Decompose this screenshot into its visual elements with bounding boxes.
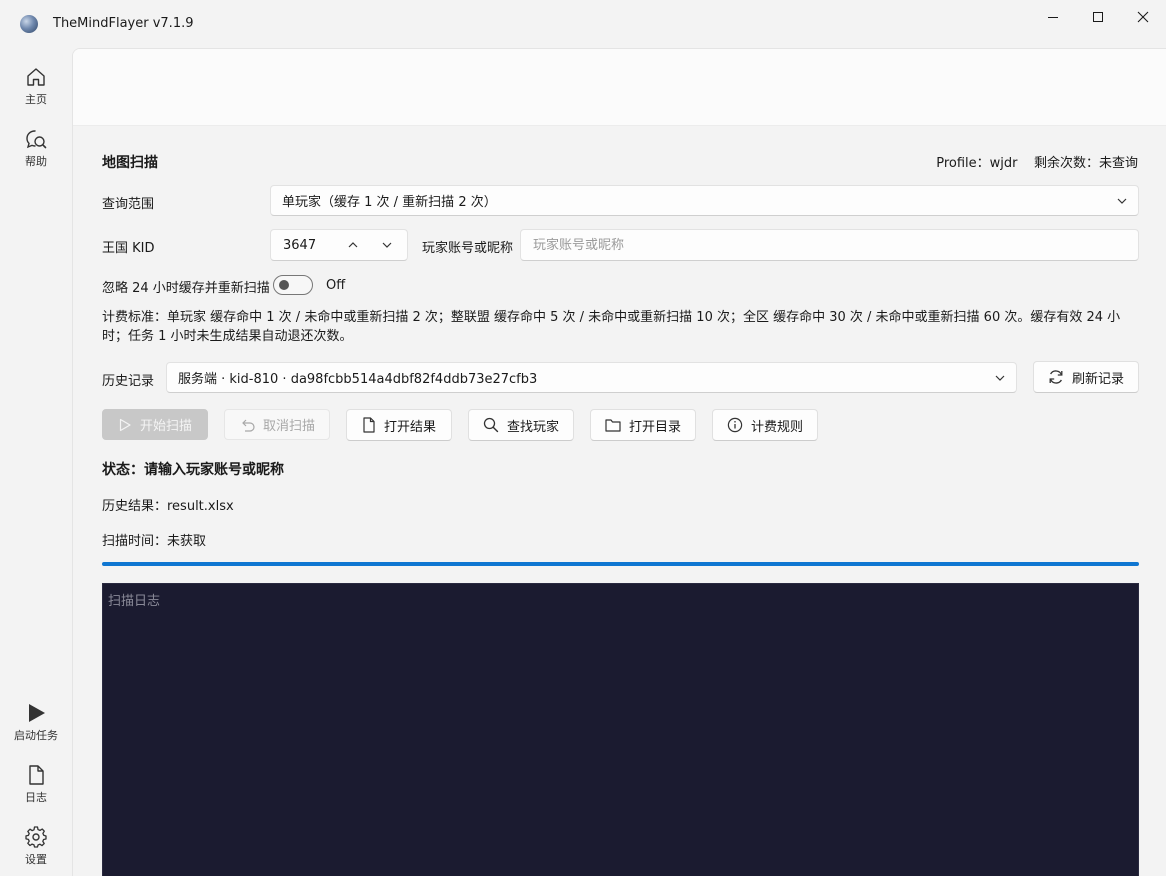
find-player-label: 查找玩家 <box>506 419 559 435</box>
toggle-knob <box>279 280 289 290</box>
search-icon <box>483 417 499 433</box>
decrement-button[interactable] <box>379 238 395 252</box>
history-value: 服务端 · kid-810 · da98fcbb514a4dbf82f4ddb7… <box>178 372 538 387</box>
history-label: 历史记录 <box>102 374 155 389</box>
increment-button[interactable] <box>345 238 361 252</box>
refresh-icon <box>1049 370 1063 384</box>
status-text: 状态：请输入玩家账号或昵称 <box>102 462 284 478</box>
progress-bar <box>102 562 1139 566</box>
ignore-cache-state: Off <box>326 278 346 293</box>
query-scope-label: 查询范围 <box>102 197 155 212</box>
start-scan-button[interactable]: 开始扫描 <box>102 409 208 440</box>
gear-icon <box>25 826 47 848</box>
query-scope-select[interactable]: 单玩家（缓存 1 次 / 重新扫描 2 次） <box>270 185 1139 216</box>
query-scope-value: 单玩家（缓存 1 次 / 重新扫描 2 次） <box>282 195 497 210</box>
minimize-button[interactable] <box>1030 0 1076 34</box>
refresh-history-label: 刷新记录 <box>1071 371 1124 387</box>
start-scan-label: 开始扫描 <box>139 419 192 434</box>
info-icon <box>727 417 743 433</box>
open-result-label: 打开结果 <box>383 419 436 435</box>
log-placeholder: 扫描日志 <box>108 594 161 609</box>
kingdom-kid-spinbox[interactable]: 3647 <box>270 229 408 261</box>
maximize-icon <box>1093 12 1103 22</box>
cancel-scan-label: 取消扫描 <box>262 419 315 434</box>
open-directory-button[interactable]: 打开目录 <box>590 409 696 441</box>
cancel-scan-button[interactable]: 取消扫描 <box>224 409 330 440</box>
section-title: 地图扫描 <box>102 155 158 171</box>
help-icon <box>26 130 47 149</box>
sidebar-item-settings[interactable]: 设置 <box>0 822 72 876</box>
close-icon <box>1137 11 1149 23</box>
sidebar-item-label: 主页 <box>25 93 47 106</box>
title-bar: TheMindFlayer v7.1.9 <box>0 0 1166 48</box>
scan-time-text: 扫描时间：未获取 <box>102 534 207 549</box>
close-button[interactable] <box>1120 0 1166 34</box>
open-result-button[interactable]: 打开结果 <box>346 409 452 441</box>
folder-icon <box>605 419 621 432</box>
document-icon <box>363 417 375 433</box>
history-result-text: 历史结果：result.xlsx <box>102 499 234 514</box>
kingdom-kid-value: 3647 <box>283 238 317 253</box>
sidebar-item-label: 启动任务 <box>14 729 58 742</box>
billing-text: 计费标准：单玩家 缓存命中 1 次 / 未命中或重新扫描 2 次；整联盟 缓存命… <box>102 310 1121 344</box>
open-directory-label: 打开目录 <box>628 419 681 435</box>
sidebar-item-help[interactable]: 帮助 <box>0 124 72 180</box>
kingdom-kid-label: 王国 KID <box>102 241 155 256</box>
ignore-cache-toggle[interactable] <box>273 275 313 295</box>
refresh-history-button[interactable]: 刷新记录 <box>1033 361 1139 393</box>
minimize-icon <box>1048 17 1058 18</box>
play-icon <box>119 418 131 431</box>
find-player-button[interactable]: 查找玩家 <box>468 409 574 441</box>
play-icon <box>29 704 45 722</box>
app-title: TheMindFlayer v7.1.9 <box>53 16 194 31</box>
sidebar-item-label: 帮助 <box>25 155 47 168</box>
chevron-down-icon <box>382 242 392 248</box>
scan-log-area[interactable]: 扫描日志 <box>102 583 1139 876</box>
maximize-button[interactable] <box>1075 0 1121 34</box>
home-icon <box>27 68 45 86</box>
main-content: 地图扫描 Profile：wjdr 剩余次数：未查询 查询范围 单玩家（缓存 1… <box>72 48 1166 876</box>
sidebar-item-start-task[interactable]: 启动任务 <box>0 698 72 754</box>
billing-rules-label: 计费规则 <box>750 419 803 435</box>
player-label: 玩家账号或昵称 <box>422 241 514 256</box>
sidebar-item-label: 设置 <box>25 853 47 866</box>
sidebar-item-home[interactable]: 主页 <box>0 62 72 118</box>
sidebar: 主页 帮助 启动任务 日志 设置 <box>0 48 72 876</box>
sidebar-item-log[interactable]: 日志 <box>0 760 72 816</box>
header-area <box>73 49 1166 126</box>
sidebar-item-label: 日志 <box>25 791 47 804</box>
document-icon <box>29 765 44 785</box>
billing-rules-button[interactable]: 计费规则 <box>712 409 818 441</box>
undo-icon <box>242 419 255 432</box>
ignore-cache-label: 忽略 24 小时缓存并重新扫描 <box>102 281 270 296</box>
chevron-down-icon <box>1117 198 1127 204</box>
profile-info: Profile：wjdr 剩余次数：未查询 <box>936 156 1138 171</box>
chevron-up-icon <box>348 242 358 248</box>
app-logo-icon <box>20 15 38 33</box>
player-input[interactable] <box>520 229 1139 261</box>
chevron-down-icon <box>995 375 1005 381</box>
history-select[interactable]: 服务端 · kid-810 · da98fcbb514a4dbf82f4ddb7… <box>166 362 1017 393</box>
